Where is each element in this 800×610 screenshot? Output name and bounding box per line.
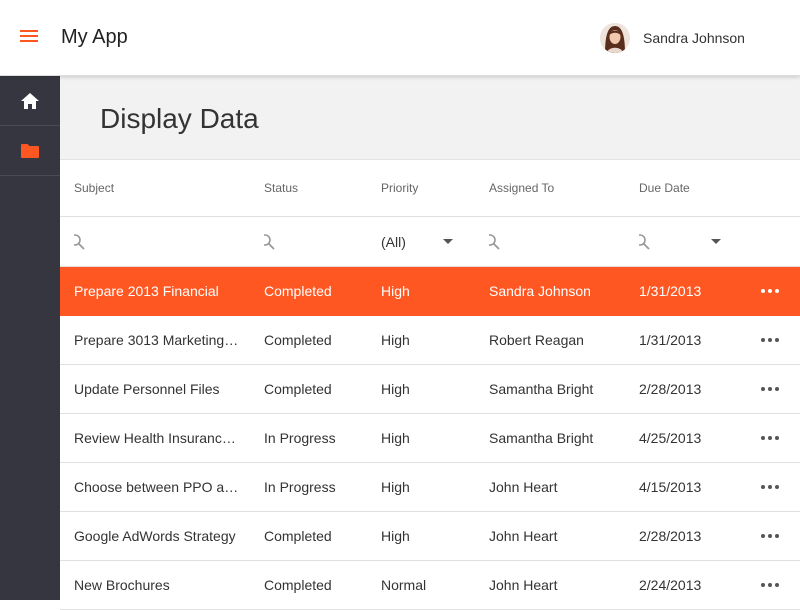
more-horizontal-icon	[761, 289, 779, 293]
user-name: Sandra Johnson	[643, 30, 745, 46]
more-horizontal-icon	[761, 387, 779, 391]
table-row[interactable]: Update Personnel Files Completed High Sa…	[60, 365, 800, 414]
table-header-row: Subject Status Priority Assigned To Due …	[60, 160, 800, 217]
cell-subject: Prepare 3013 Marketing…	[74, 332, 239, 348]
chevron-down-icon[interactable]	[711, 239, 721, 244]
table-row[interactable]: Choose between PPO a… In Progress High J…	[60, 463, 800, 512]
menu-icon[interactable]	[20, 30, 40, 46]
cell-status: Completed	[264, 381, 332, 397]
cell-due-date: 2/28/2013	[639, 528, 702, 544]
chevron-down-icon[interactable]	[443, 239, 453, 244]
cell-status: In Progress	[264, 479, 336, 495]
cell-assigned-to: John Heart	[489, 479, 558, 495]
more-horizontal-icon	[761, 338, 779, 342]
search-icon	[489, 233, 500, 250]
cell-due-date: 1/31/2013	[639, 283, 702, 299]
cell-assigned-to: Robert Reagan	[489, 332, 584, 348]
filter-row: (All)	[60, 217, 800, 267]
row-more-button[interactable]	[760, 463, 780, 511]
more-horizontal-icon	[761, 534, 779, 538]
more-horizontal-icon	[761, 485, 779, 489]
sidebar	[0, 76, 60, 600]
cell-due-date: 2/24/2013	[639, 577, 702, 593]
more-horizontal-icon	[761, 583, 779, 587]
cell-status: Completed	[264, 332, 332, 348]
subject-filter[interactable]	[74, 217, 250, 266]
table-row[interactable]: New Brochures Completed Normal John Hear…	[60, 561, 800, 610]
cell-subject: Choose between PPO a…	[74, 479, 239, 495]
cell-due-date: 2/28/2013	[639, 381, 702, 397]
column-header-priority[interactable]: Priority	[381, 160, 481, 216]
search-icon	[264, 233, 275, 250]
search-icon	[74, 233, 85, 250]
column-header-assigned-to[interactable]: Assigned To	[489, 160, 629, 216]
table-row[interactable]: Prepare 2013 Financial Completed High Sa…	[60, 267, 800, 316]
page-header: Display Data	[60, 76, 800, 160]
cell-priority: High	[381, 528, 410, 544]
cell-due-date: 4/25/2013	[639, 430, 702, 446]
status-filter[interactable]	[264, 217, 374, 266]
page-title: Display Data	[100, 103, 259, 134]
cell-priority: High	[381, 479, 410, 495]
priority-filter-select[interactable]: (All)	[381, 217, 481, 266]
cell-subject: Prepare 2013 Financial	[74, 283, 219, 299]
assigned-to-filter[interactable]	[489, 217, 629, 266]
column-header-subject[interactable]: Subject	[74, 160, 250, 216]
cell-assigned-to: John Heart	[489, 528, 558, 544]
more-horizontal-icon	[761, 436, 779, 440]
cell-subject: Review Health Insuranc…	[74, 430, 236, 446]
cell-subject: New Brochures	[74, 577, 170, 593]
table-row[interactable]: Google AdWords Strategy Completed High J…	[60, 512, 800, 561]
user-menu[interactable]: Sandra Johnson	[600, 22, 745, 54]
row-more-button[interactable]	[760, 267, 780, 315]
cell-priority: High	[381, 381, 410, 397]
row-more-button[interactable]	[760, 561, 780, 609]
cell-status: Completed	[264, 577, 332, 593]
folder-icon	[21, 143, 39, 158]
app-title: My App	[61, 26, 128, 48]
column-header-status[interactable]: Status	[264, 160, 374, 216]
column-header-due-date[interactable]: Due Date	[639, 160, 739, 216]
avatar[interactable]	[600, 23, 630, 53]
main-content: Display Data Subject Status Priority Ass…	[60, 76, 800, 610]
app-header: My App Sandra Johnson	[0, 0, 800, 76]
cell-subject: Google AdWords Strategy	[74, 528, 236, 544]
cell-priority: High	[381, 332, 410, 348]
due-date-filter[interactable]	[639, 217, 739, 266]
search-icon	[639, 233, 650, 250]
cell-due-date: 4/15/2013	[639, 479, 702, 495]
row-more-button[interactable]	[760, 414, 780, 462]
table-body: Prepare 2013 Financial Completed High Sa…	[60, 267, 800, 610]
sidebar-item-home[interactable]	[0, 76, 60, 126]
cell-assigned-to: Samantha Bright	[489, 381, 594, 397]
row-more-button[interactable]	[760, 512, 780, 560]
cell-assigned-to: John Heart	[489, 577, 558, 593]
sidebar-item-folder[interactable]	[0, 126, 60, 176]
cell-status: Completed	[264, 528, 332, 544]
cell-assigned-to: Sandra Johnson	[489, 283, 591, 299]
cell-status: Completed	[264, 283, 332, 299]
cell-due-date: 1/31/2013	[639, 332, 702, 348]
cell-priority: Normal	[381, 577, 427, 593]
priority-filter-value: (All)	[381, 233, 406, 250]
row-more-button[interactable]	[760, 365, 780, 413]
cell-priority: High	[381, 283, 410, 299]
home-icon	[21, 92, 39, 109]
cell-assigned-to: Samantha Bright	[489, 430, 594, 446]
table-row[interactable]: Review Health Insuranc… In Progress High…	[60, 414, 800, 463]
table-row[interactable]: Prepare 3013 Marketing… Completed High R…	[60, 316, 800, 365]
row-more-button[interactable]	[760, 316, 780, 364]
cell-subject: Update Personnel Files	[74, 381, 220, 397]
cell-status: In Progress	[264, 430, 336, 446]
cell-priority: High	[381, 430, 410, 446]
